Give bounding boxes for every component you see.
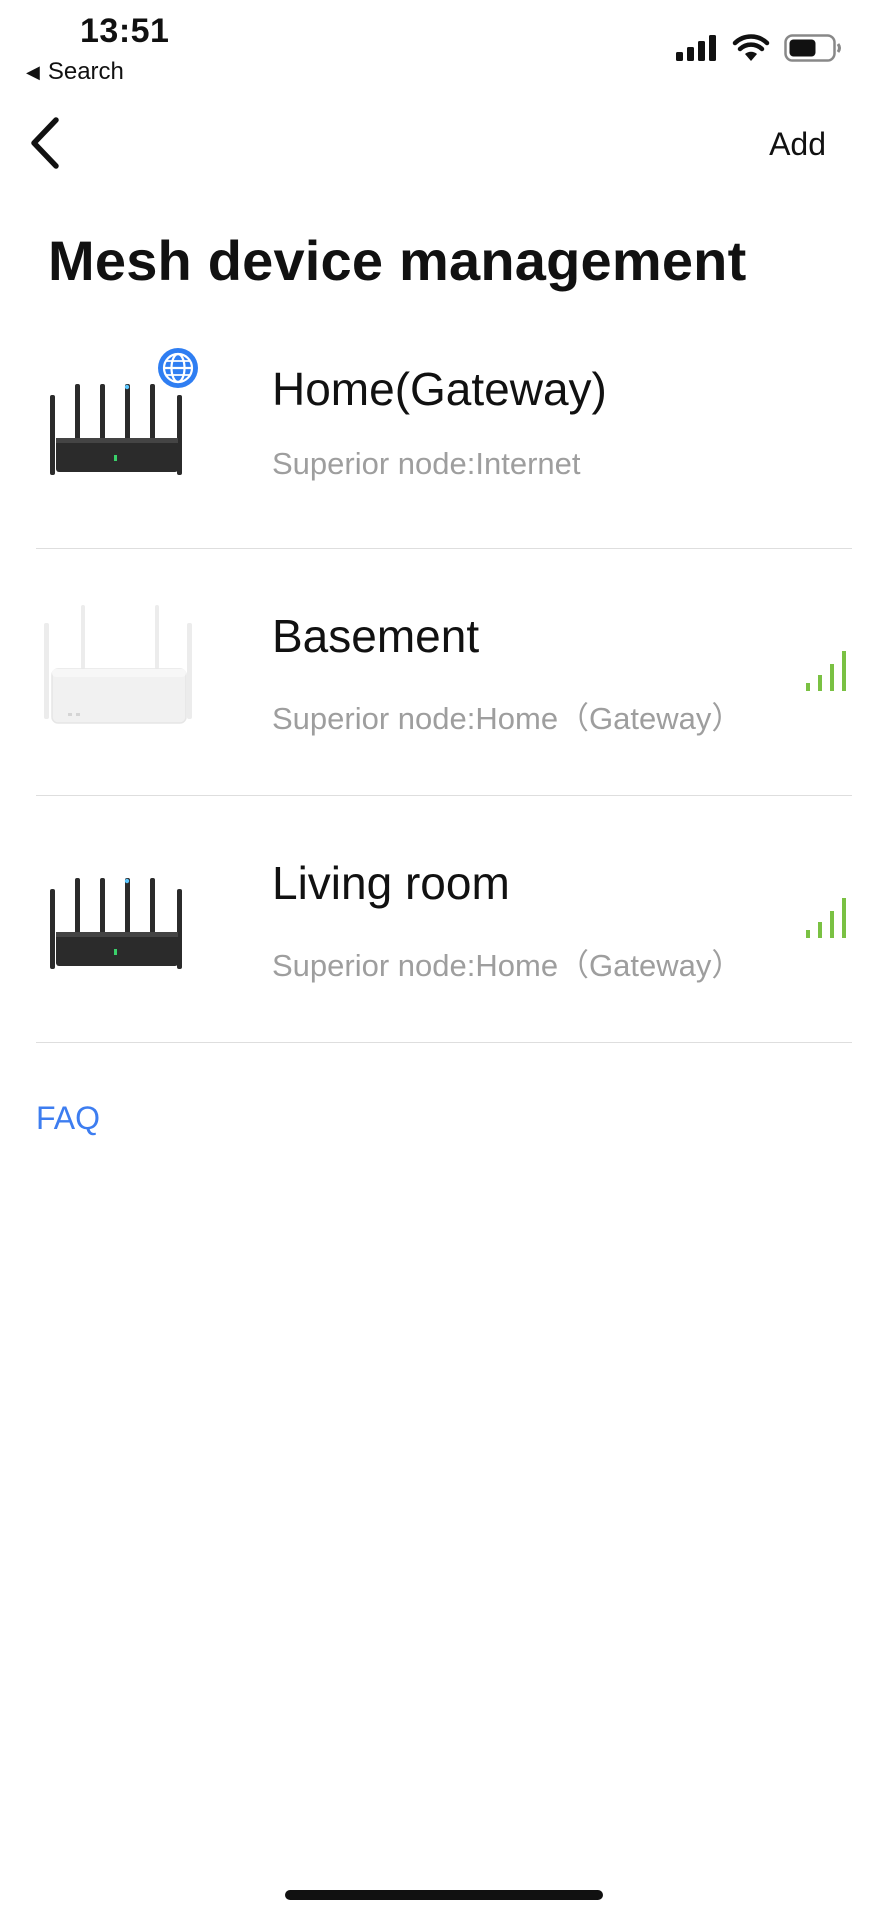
- globe-icon: [158, 348, 198, 388]
- app-screen: 13:51 ◀ Search Add Mesh device managemen…: [0, 0, 888, 1920]
- home-indicator[interactable]: [285, 1890, 603, 1900]
- back-button[interactable]: [22, 112, 78, 174]
- battery-icon: [784, 34, 841, 62]
- status-indicators: [676, 34, 842, 62]
- wifi-icon: [732, 34, 770, 61]
- status-back-label: Search: [47, 58, 124, 85]
- faq-link[interactable]: FAQ: [36, 1100, 100, 1137]
- status-back-to-search[interactable]: ◀ Search: [26, 58, 124, 86]
- device-row-living-room[interactable]: Living room Superior node:Home（Gateway）: [0, 796, 888, 1043]
- add-button[interactable]: Add: [769, 126, 826, 163]
- device-row-basement[interactable]: Basement Superior node:Home（Gateway）: [0, 549, 888, 796]
- device-list: Home(Gateway) Superior node:Internet Bas…: [0, 302, 888, 1043]
- device-name: Home(Gateway): [272, 363, 607, 415]
- divider: [36, 1042, 852, 1043]
- signal-strength-icon: [806, 651, 846, 691]
- signal-strength-icon: [806, 898, 846, 938]
- status-time: 13:51: [80, 12, 170, 50]
- page-title: Mesh device management: [48, 229, 747, 292]
- chevron-left-icon: [31, 117, 59, 169]
- device-row-home-gateway[interactable]: Home(Gateway) Superior node:Internet: [0, 302, 888, 549]
- back-triangle-icon: ◀: [26, 61, 40, 82]
- device-superior-node: Superior node:Home（Gateway）: [272, 948, 743, 983]
- router-white-icon: [44, 605, 192, 724]
- cellular-signal-icon: [676, 35, 716, 61]
- device-name: Living room: [272, 857, 510, 909]
- device-superior-node: Superior node:Home（Gateway）: [272, 701, 743, 736]
- device-name: Basement: [272, 610, 480, 662]
- device-superior-node: Superior node:Internet: [272, 446, 581, 481]
- router-dark-icon: [50, 878, 182, 969]
